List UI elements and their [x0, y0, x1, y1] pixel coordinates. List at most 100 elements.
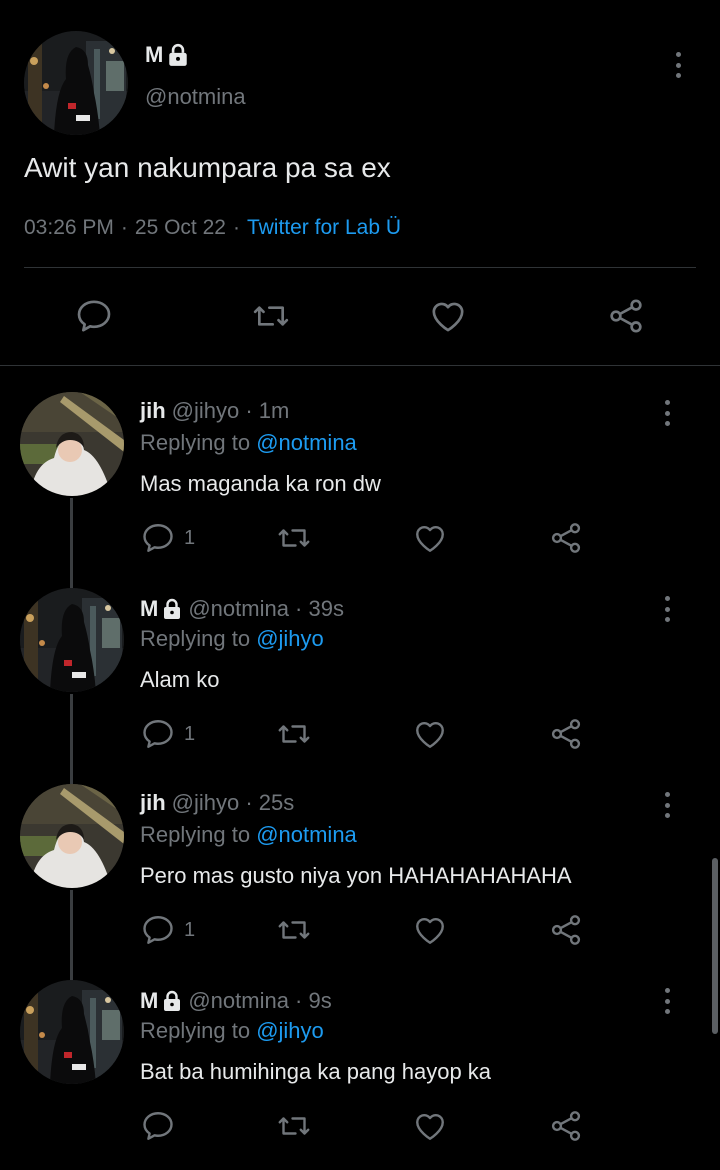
reply-tweet[interactable]: M @notmina · 9s Replying to @jihyo Bat b…: [0, 980, 720, 1170]
main-tweet-author[interactable]: M: [145, 42, 189, 68]
reply-avatar[interactable]: [20, 588, 124, 692]
reply-header: jih @jihyo · 1m: [140, 398, 289, 424]
reply-text: Bat ba humihinga ka pang hayop ka: [140, 1059, 492, 1084]
replying-to: Replying to @jihyo: [140, 626, 324, 652]
more-vertical-icon[interactable]: [657, 594, 677, 624]
reply-icon: [140, 912, 176, 948]
more-vertical-icon[interactable]: [657, 790, 677, 820]
retweet-icon: [274, 716, 314, 752]
reply-tweet[interactable]: jih @jihyo · 1m Replying to @notmina Mas…: [0, 392, 720, 588]
reply-icon: [74, 296, 114, 336]
mention-link[interactable]: @jihyo: [256, 1018, 324, 1043]
like-button[interactable]: [412, 716, 448, 752]
share-button[interactable]: [548, 520, 584, 556]
heart-icon: [428, 296, 468, 336]
reply-avatar[interactable]: [20, 980, 124, 1084]
reply-author-name[interactable]: M: [140, 596, 158, 622]
mention-link[interactable]: @notmina: [256, 430, 357, 455]
lock-icon: [162, 598, 182, 620]
main-tweet-avatar[interactable]: [24, 31, 128, 135]
retweet-button[interactable]: [274, 520, 314, 556]
retweet-button[interactable]: [249, 296, 293, 336]
reply-icon: [140, 1108, 176, 1144]
retweet-button[interactable]: [274, 716, 314, 752]
more-vertical-icon[interactable]: [668, 50, 688, 80]
meta-separator: ·: [232, 216, 240, 239]
reply-author-name[interactable]: jih: [140, 398, 166, 424]
like-button[interactable]: [412, 520, 448, 556]
reply-button[interactable]: [74, 296, 114, 336]
like-button[interactable]: [428, 296, 468, 336]
tweet-source-link[interactable]: Twitter for Lab Ü: [247, 216, 401, 240]
like-button[interactable]: [412, 912, 448, 948]
replying-label: Replying to: [140, 430, 257, 455]
share-icon: [548, 716, 584, 752]
share-icon: [548, 520, 584, 556]
heart-icon: [412, 520, 448, 556]
scrollbar[interactable]: [712, 858, 718, 1034]
reply-count: 1: [184, 722, 196, 745]
main-tweet: M @notmina Awit yan nakumpara pa sa ex 0…: [0, 0, 720, 366]
main-tweet-handle[interactable]: @notmina: [145, 84, 246, 110]
heart-icon: [412, 716, 448, 752]
reply-author-name[interactable]: M: [140, 988, 158, 1014]
reply-icon: [140, 716, 176, 752]
reply-avatar[interactable]: [20, 784, 124, 888]
replying-to: Replying to @jihyo: [140, 1018, 324, 1044]
mention-link[interactable]: @jihyo: [256, 626, 324, 651]
reply-icon: [140, 520, 176, 556]
reply-count: 1: [184, 526, 196, 549]
main-tweet-actions: [0, 290, 720, 342]
divider: [24, 267, 696, 268]
meta-separator: ·: [120, 216, 128, 239]
like-button[interactable]: [412, 1108, 448, 1144]
reply-button[interactable]: [140, 1108, 176, 1144]
share-button[interactable]: [606, 296, 646, 336]
main-tweet-name[interactable]: M: [145, 42, 163, 68]
tweet-date: 25 Oct 22: [134, 216, 226, 239]
main-tweet-meta: 03:26 PM · 25 Oct 22 · Twitter for Lab Ü: [24, 216, 401, 240]
lock-icon: [162, 990, 182, 1012]
tweet-time: 03:26 PM: [24, 216, 114, 239]
mention-link[interactable]: @notmina: [256, 822, 357, 847]
reply-handle[interactable]: @jihyo · 25s: [172, 790, 295, 816]
reply-author-name[interactable]: jih: [140, 790, 166, 816]
reply-button[interactable]: 1: [140, 716, 195, 752]
share-icon: [548, 1108, 584, 1144]
reply-header: M @notmina · 39s: [140, 596, 344, 622]
reply-text: Alam ko: [140, 667, 220, 692]
lock-icon: [167, 43, 189, 67]
reply-count: 1: [184, 918, 196, 941]
reply-handle[interactable]: @jihyo · 1m: [172, 398, 290, 424]
retweet-icon: [274, 520, 314, 556]
replying-to: Replying to @notmina: [140, 822, 357, 848]
share-button[interactable]: [548, 716, 584, 752]
reply-handle[interactable]: @notmina · 9s: [188, 988, 331, 1014]
share-button[interactable]: [548, 912, 584, 948]
replying-label: Replying to: [140, 1018, 257, 1043]
replying-to: Replying to @notmina: [140, 430, 357, 456]
reply-button[interactable]: 1: [140, 520, 195, 556]
reply-avatar[interactable]: [20, 392, 124, 496]
more-vertical-icon[interactable]: [657, 398, 677, 428]
more-vertical-icon[interactable]: [657, 986, 677, 1016]
reply-tweet[interactable]: M @notmina · 39s Replying to @jihyo Alam…: [0, 588, 720, 784]
heart-icon: [412, 912, 448, 948]
heart-icon: [412, 1108, 448, 1144]
reply-text: Mas maganda ka ron dw: [140, 471, 381, 496]
reply-header: M @notmina · 9s: [140, 988, 332, 1014]
share-icon: [606, 296, 646, 336]
replying-label: Replying to: [140, 822, 257, 847]
reply-button[interactable]: 1: [140, 912, 195, 948]
share-icon: [548, 912, 584, 948]
main-tweet-text: Awit yan nakumpara pa sa ex: [24, 152, 391, 183]
share-button[interactable]: [548, 1108, 584, 1144]
reply-tweet[interactable]: jih @jihyo · 25s Replying to @notmina Pe…: [0, 784, 720, 980]
reply-text: Pero mas gusto niya yon HAHAHAHAHAHA: [140, 863, 572, 888]
retweet-button[interactable]: [274, 912, 314, 948]
retweet-icon: [249, 296, 293, 336]
retweet-icon: [274, 912, 314, 948]
reply-handle[interactable]: @notmina · 39s: [188, 596, 344, 622]
retweet-button[interactable]: [274, 1108, 314, 1144]
replying-label: Replying to: [140, 626, 257, 651]
